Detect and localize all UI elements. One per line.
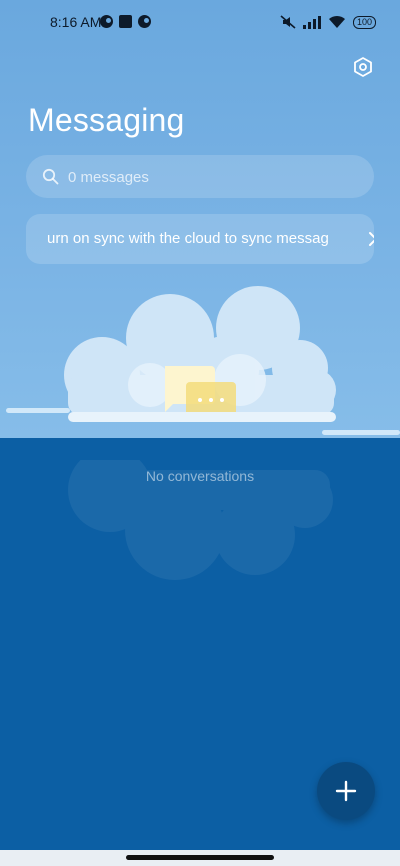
square-notification-icon — [119, 15, 132, 28]
app-notification-icon — [100, 15, 113, 28]
status-right-icons: 100 — [280, 13, 376, 31]
home-indicator[interactable] — [126, 855, 274, 860]
mute-icon — [280, 15, 296, 29]
sync-banner[interactable]: urn on sync with the cloud to sync messa… — [26, 214, 374, 264]
chevron-right-icon — [369, 232, 374, 246]
page-title: Messaging — [28, 102, 185, 138]
status-bar: 8:16 AM 100 — [0, 0, 400, 44]
search-icon — [42, 168, 59, 185]
empty-state-text: No conversations — [145, 468, 255, 484]
status-time: 8:16 AM — [50, 14, 102, 30]
new-conversation-button[interactable] — [317, 762, 375, 820]
settings-icon[interactable] — [352, 56, 374, 78]
search-placeholder: 0 messages — [68, 169, 149, 186]
search-input[interactable]: 0 messages — [26, 155, 374, 198]
plus-icon — [335, 780, 357, 802]
cloud-illustration — [6, 286, 400, 435]
sync-banner-text: urn on sync with the cloud to sync messa… — [47, 230, 329, 247]
battery-icon: 100 — [352, 15, 376, 29]
app-notification-icon — [138, 15, 151, 28]
wifi-icon — [328, 15, 345, 28]
signal-icon — [302, 15, 321, 29]
